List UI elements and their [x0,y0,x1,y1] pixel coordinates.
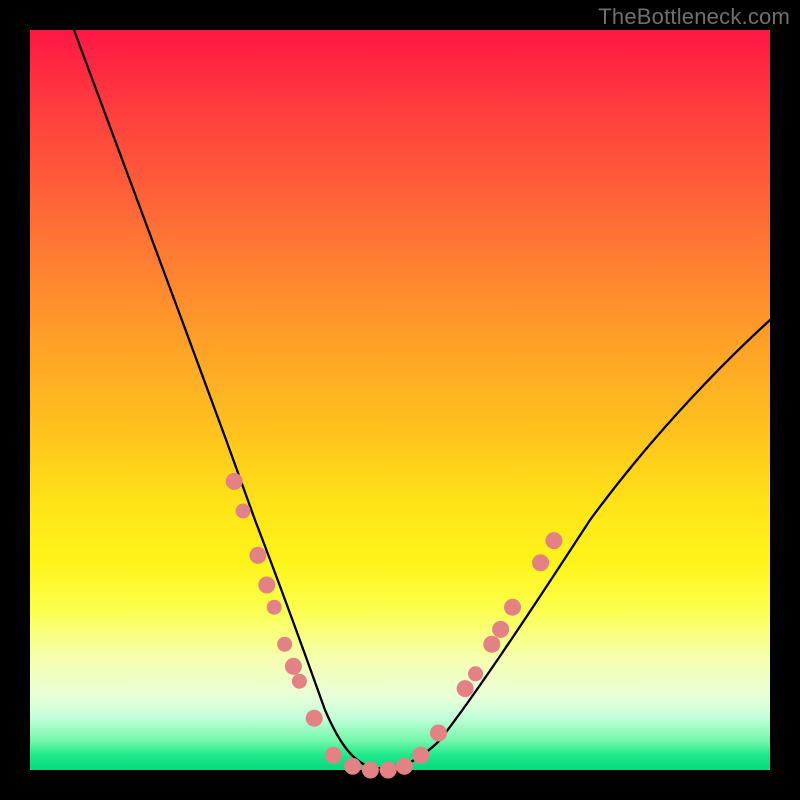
curve-marker [545,532,562,549]
curve-marker [468,666,483,681]
curve-marker [362,762,379,779]
curve-marker [226,473,243,490]
curve-marker [285,658,302,675]
curve-marker [306,710,323,727]
marker-group [226,473,563,779]
bottleneck-curve [74,30,770,768]
curve-marker [277,637,292,652]
curve-marker [504,599,521,616]
curve-marker [430,725,447,742]
curve-marker [483,636,500,653]
chart-svg [30,30,770,770]
curve-marker [380,762,397,779]
watermark-text: TheBottleneck.com [598,4,790,30]
curve-marker [236,504,251,519]
chart-frame: TheBottleneck.com [0,0,800,800]
curve-marker [344,758,361,775]
curve-marker [292,674,307,689]
curve-marker [396,758,413,775]
curve-marker [325,747,342,764]
curve-marker [249,547,266,564]
curve-marker [258,577,275,594]
curve-marker [457,680,474,697]
curve-marker [532,554,549,571]
curve-marker [492,621,509,638]
curve-marker [412,747,429,764]
curve-marker [267,600,282,615]
